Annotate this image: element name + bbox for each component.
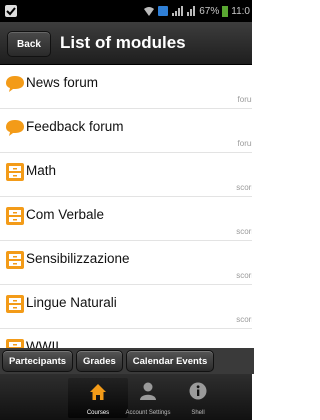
clock: 11:0 [231,5,250,17]
module-type: forum [237,95,252,104]
nav-shell[interactable]: Shell [168,378,228,418]
module-name: Feedback forum [26,119,124,134]
scorm-package-icon [6,207,24,225]
module-type: scorm [236,183,252,192]
module-type: forum [237,139,252,148]
participants-button[interactable]: Partecipants [2,350,74,372]
battery-icon [222,6,229,17]
scorm-package-icon [6,251,24,269]
signal-secondary-icon [187,6,196,16]
module-name: Com Verbale [26,207,105,222]
list-item[interactable]: Math scorm [0,153,252,197]
signal-icon [172,6,184,16]
module-type: scorm [236,227,252,236]
module-action-bar: Partecipants Grades Calendar Events [0,348,254,374]
scorm-package-icon [6,295,24,313]
module-list: News forum forum Feedback forum forum Ma… [0,65,252,372]
list-item[interactable]: Feedback forum forum [0,109,252,153]
home-icon [90,384,106,400]
module-name: Math [26,163,57,178]
module-name: Sensibilizzazione [26,251,130,266]
bottom-navigation: Courses Account Settings Shell [0,374,252,420]
status-bar: 67% 11:0 [0,0,252,22]
page-title: List of modules [60,33,186,52]
scorm-package-icon [6,163,24,181]
module-type: scorm [236,271,252,280]
list-item[interactable]: Lingue Naturali scorm [0,285,252,329]
title-bar: Back List of modules [0,22,252,65]
user-icon [140,382,156,400]
list-item[interactable]: Sensibilizzazione scorm [0,241,252,285]
status-indicators: 67% 11:0 [143,3,250,19]
list-item[interactable]: News forum forum [0,65,252,109]
back-button[interactable]: Back [7,31,51,57]
list-item[interactable]: Com Verbale scorm [0,197,252,241]
module-type: scorm [236,315,252,324]
module-name: News forum [26,75,99,90]
forum-bubble-icon [6,76,24,92]
checkbox-notification-icon [5,5,17,17]
nav-shell-label: Shell [191,410,205,416]
notification-badge-icon [158,6,169,16]
battery-percent: 67% [199,5,220,17]
calendar-events-button[interactable]: Calendar Events [125,350,215,372]
wifi-icon [144,7,155,16]
grades-button[interactable]: Grades [76,350,123,372]
info-icon [189,382,207,400]
module-name: Lingue Naturali [26,295,117,310]
forum-bubble-icon [6,120,24,136]
